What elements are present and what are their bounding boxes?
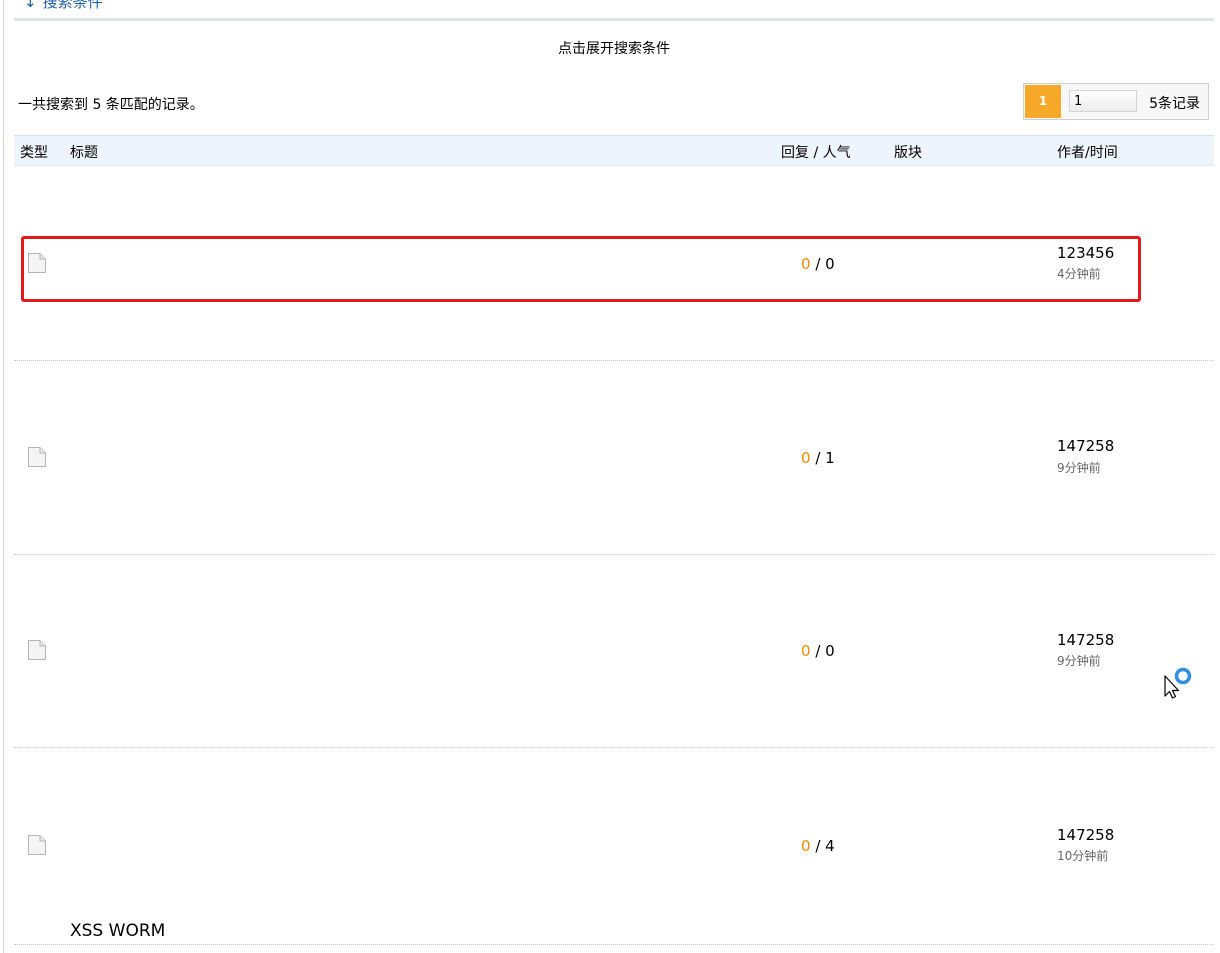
total-records-label: 5条记录 (1149, 96, 1200, 112)
stats-separator: / (810, 642, 826, 660)
reply-count: 0 (801, 642, 811, 660)
busy-cursor-icon (1164, 667, 1192, 699)
document-icon (28, 835, 46, 855)
table-row[interactable]: 0 / 0 147258 9分钟前 (14, 554, 1214, 748)
header-title: 标题 (70, 145, 98, 161)
table-row[interactable]: 0 / 4 147258 10分钟前 XSS WORM (14, 747, 1214, 945)
reply-count: 0 (801, 837, 811, 855)
author-link[interactable]: 147258 (1057, 631, 1114, 649)
header-author-time: 作者/时间 (1057, 145, 1118, 161)
document-icon (28, 447, 46, 467)
thread-title-link[interactable]: XSS WORM (70, 921, 165, 941)
reply-view-stats: 0 / 4 (801, 837, 835, 855)
current-page-button[interactable]: 1 (1025, 85, 1061, 118)
search-conditions-label: 搜索条件 (42, 0, 103, 11)
page-jump-input[interactable] (1069, 90, 1137, 112)
search-conditions-toggle[interactable]: ↓ 搜索条件 (24, 0, 103, 12)
chevron-down-icon: ↓ (24, 0, 37, 11)
document-icon (28, 640, 46, 660)
table-row[interactable]: 0 / 1 147258 9分钟前 (14, 360, 1214, 555)
view-count: 1 (825, 449, 835, 467)
header-type: 类型 (20, 145, 48, 161)
stats-separator: / (810, 837, 826, 855)
header-forum: 版块 (894, 145, 922, 161)
author-link[interactable]: 147258 (1057, 437, 1114, 455)
highlight-annotation-box (21, 236, 1141, 302)
result-summary: 一共搜索到 5 条匹配的记录。 (18, 97, 204, 113)
post-time: 9分钟前 (1057, 461, 1101, 475)
reply-view-stats: 0 / 1 (801, 449, 835, 467)
view-count: 0 (825, 642, 835, 660)
page-left-border (3, 0, 4, 953)
view-count: 4 (825, 837, 835, 855)
stats-separator: / (810, 449, 826, 467)
reply-count: 0 (801, 449, 811, 467)
search-conditions-bar[interactable]: ↓ 搜索条件 (14, 0, 1214, 21)
expand-search-conditions-link[interactable]: 点击展开搜索条件 (0, 38, 1220, 58)
author-link[interactable]: 147258 (1057, 826, 1114, 844)
reply-view-stats: 0 / 0 (801, 642, 835, 660)
header-replies-views: 回复 / 人气 (781, 145, 851, 161)
pager: 1 5条记录 (1023, 83, 1209, 120)
post-time: 9分钟前 (1057, 654, 1101, 668)
table-header: 类型 标题 回复 / 人气 版块 作者/时间 (14, 135, 1214, 166)
post-time: 10分钟前 (1057, 849, 1109, 863)
